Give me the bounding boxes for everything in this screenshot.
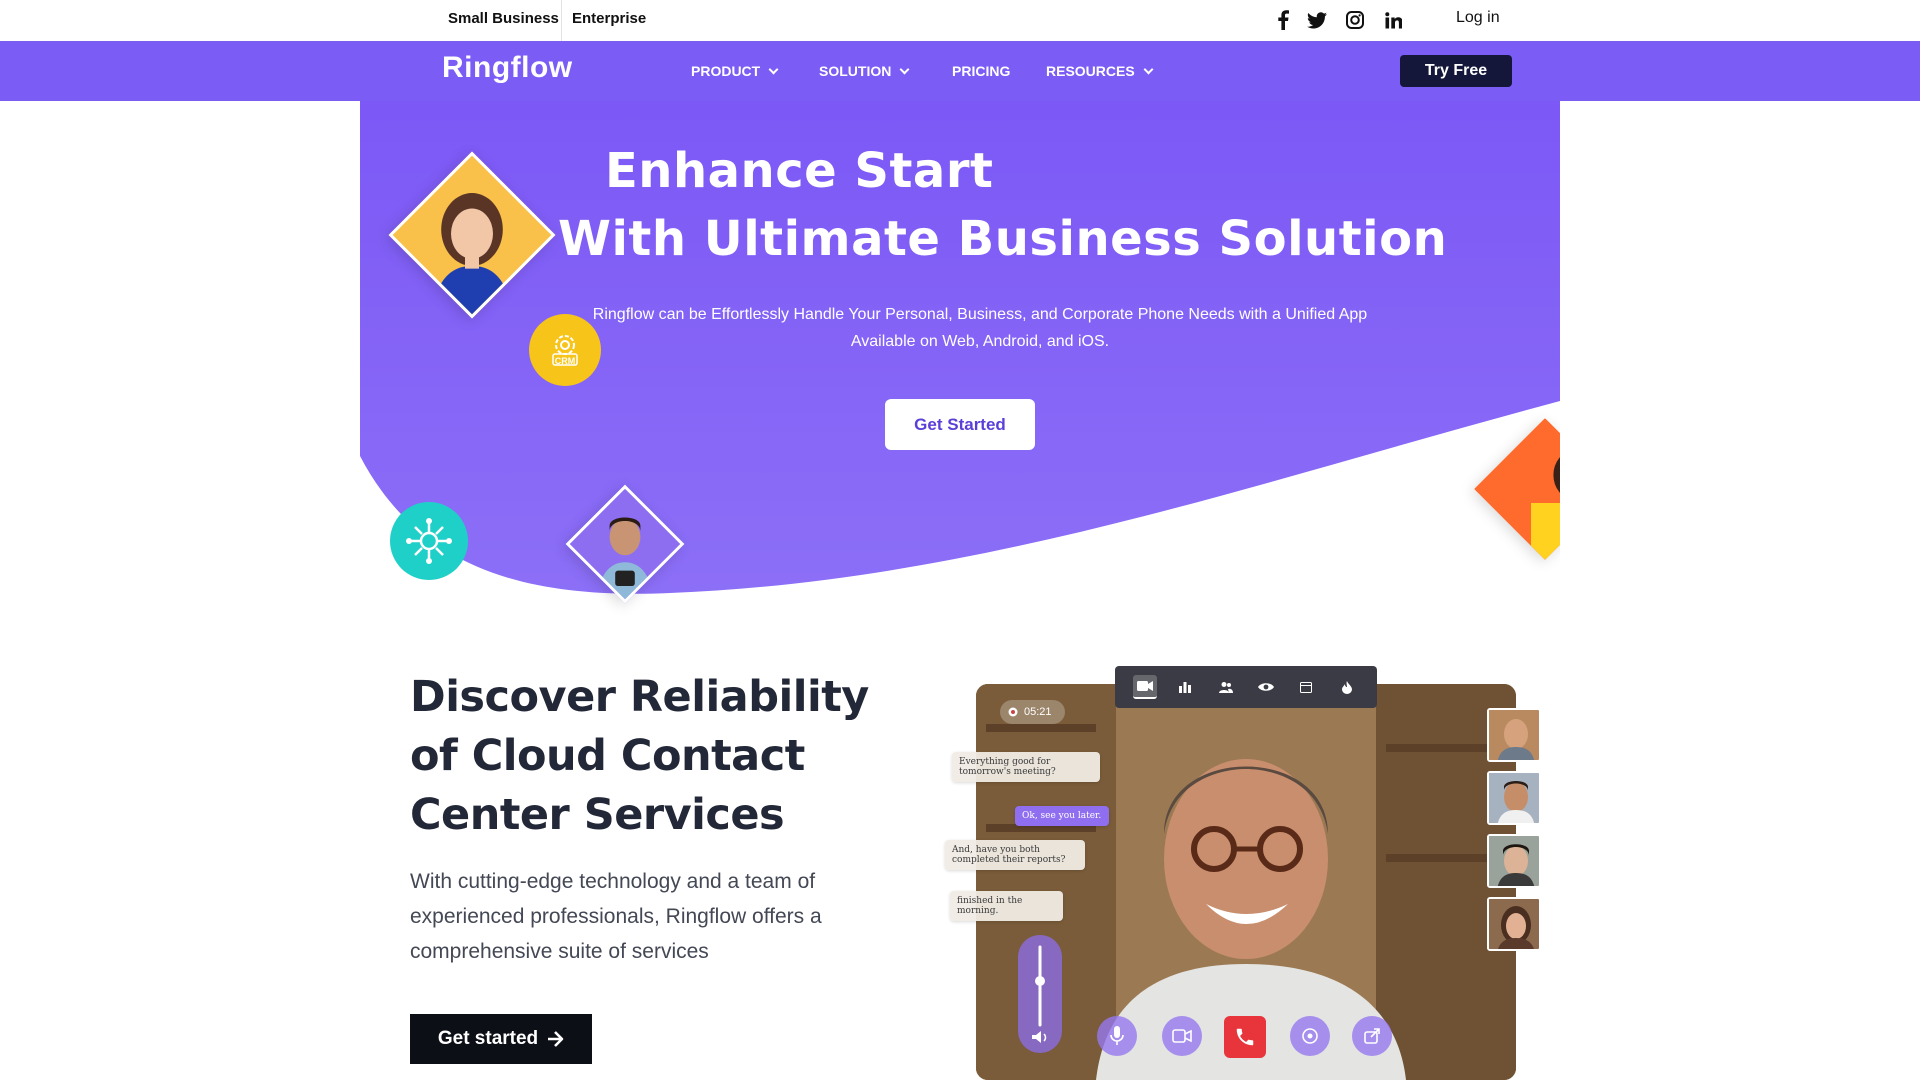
volume-slider[interactable] (1018, 935, 1062, 1053)
nav-solution[interactable]: SOLUTION (819, 63, 910, 79)
video-icon[interactable] (1133, 675, 1158, 699)
participant-thumbnail[interactable] (1487, 834, 1541, 888)
speaker-icon (1032, 1031, 1041, 1043)
hero-get-started-button[interactable]: Get Started (885, 399, 1035, 450)
nav-pricing[interactable]: PRICING (952, 63, 1010, 79)
eye-icon[interactable] (1254, 675, 1278, 699)
network-badge (390, 502, 468, 580)
tab-enterprise[interactable]: Enterprise (572, 10, 646, 27)
share-icon[interactable] (1352, 1016, 1392, 1056)
chevron-down-icon (899, 64, 910, 74)
main-navbar: Ringflow PRODUCT SOLUTION PRICING RESOUR… (0, 41, 1920, 101)
instagram-icon[interactable] (1343, 8, 1367, 32)
chevron-down-icon (768, 64, 779, 74)
hero-title-line2: With Ultimate Business Solution (558, 211, 1448, 267)
fire-icon[interactable] (1335, 675, 1359, 699)
chat-message: Everything good for tomorrow's meeting? (952, 752, 1100, 782)
tab-small-business[interactable]: Small Business (448, 10, 559, 27)
crm-label: CRM (554, 356, 576, 366)
hero-subtitle: Ringflow can be Effortlessly Handle Your… (592, 306, 1368, 350)
get-started-label: Get started (437, 1028, 539, 1049)
ringflow-logo[interactable]: Ringflow (442, 51, 573, 85)
network-icon (406, 518, 452, 564)
call-toolbar (1115, 666, 1377, 708)
nav-resources-label: RESOURCES (1046, 63, 1135, 79)
screen-share-icon[interactable] (1290, 1016, 1330, 1056)
microphone-icon[interactable] (1097, 1016, 1137, 1056)
nav-pricing-label: PRICING (952, 63, 1011, 79)
calendar-icon[interactable] (1294, 675, 1318, 699)
get-started-button[interactable]: Get started (410, 1014, 592, 1064)
call-timer: 05:21 (1000, 700, 1065, 724)
top-bar: Small Business Enterprise Log in (0, 0, 1920, 41)
participant-thumbnail[interactable] (1487, 708, 1541, 762)
twitter-icon[interactable] (1305, 8, 1329, 32)
chat-message: Ok, see you later. (1015, 806, 1109, 826)
nav-solution-label: SOLUTION (819, 63, 892, 79)
linkedin-icon[interactable] (1381, 8, 1405, 32)
record-icon (1008, 707, 1018, 717)
section-body: With cutting-edge technology and a team … (410, 870, 822, 963)
camera-icon[interactable] (1162, 1016, 1202, 1056)
participant-thumbnail[interactable] (1487, 771, 1541, 825)
chat-message: And, have you both completed their repor… (945, 840, 1085, 870)
tab-divider (561, 0, 562, 41)
chevron-down-icon (1143, 64, 1154, 74)
section-title: Discover Reliability of Cloud Contact Ce… (410, 672, 869, 840)
facebook-icon[interactable] (1271, 8, 1295, 32)
timer-value: 05:21 (1024, 706, 1052, 718)
nav-product[interactable]: PRODUCT (691, 63, 779, 79)
nav-product-label: PRODUCT (691, 63, 761, 79)
crm-badge: CRM (529, 314, 601, 386)
login-link[interactable]: Log in (1456, 9, 1500, 27)
hero-section: Enhance Start With Ultimate Business Sol… (360, 101, 1560, 621)
try-free-button[interactable]: Try Free (1400, 55, 1512, 87)
users-icon[interactable] (1214, 675, 1238, 699)
participant-thumbnail[interactable] (1487, 897, 1541, 951)
arrow-right-icon (548, 1031, 564, 1047)
nav-resources[interactable]: RESOURCES (1046, 63, 1154, 79)
chat-message: finished in the morning. (950, 891, 1063, 921)
bar-chart-icon[interactable] (1173, 675, 1197, 699)
hero-title-line1: Enhance Start (605, 143, 994, 199)
end-call-icon[interactable] (1224, 1016, 1266, 1058)
